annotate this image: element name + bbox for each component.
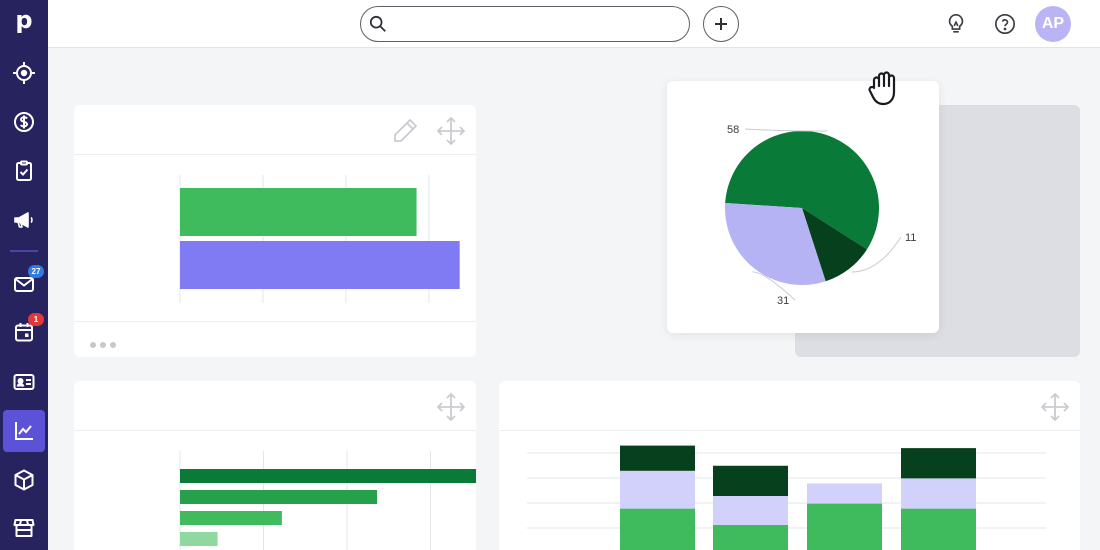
stacked-bar-segment	[713, 496, 788, 525]
megaphone-icon	[14, 212, 33, 228]
sidebar-item-campaigns[interactable]	[3, 199, 45, 241]
more-options-icon[interactable]	[90, 342, 116, 348]
pipedrive-logo[interactable]: p	[10, 6, 38, 34]
sidebar-item-revenue[interactable]	[3, 101, 45, 143]
lightbulb-icon	[948, 14, 964, 33]
dollar-icon	[14, 112, 34, 132]
bar-chart-top	[179, 175, 460, 303]
sidebar-item-marketplace[interactable]	[3, 507, 45, 549]
search-box[interactable]	[360, 6, 690, 42]
stacked-column-chart	[527, 445, 1046, 550]
sidebar-item-tasks[interactable]	[3, 150, 45, 192]
stacked-bar-segment	[901, 508, 976, 550]
pie-label: 11	[905, 232, 916, 244]
pie-leader-line	[744, 128, 828, 132]
bar	[180, 490, 378, 504]
tips-button[interactable]	[944, 12, 968, 36]
search-icon	[369, 15, 386, 32]
sidebar-item-contacts[interactable]	[3, 361, 45, 403]
edit-button[interactable]	[388, 114, 422, 148]
chart-icon	[15, 422, 33, 440]
add-button[interactable]	[703, 6, 739, 42]
target-icon	[13, 62, 35, 84]
widget-header	[74, 105, 476, 155]
contact-card-icon	[13, 374, 35, 390]
help-icon	[995, 14, 1015, 34]
stacked-bar-segment	[620, 470, 695, 509]
stacked-bar-segment	[713, 524, 788, 550]
user-avatar[interactable]: AP	[1035, 6, 1071, 42]
bar	[180, 188, 417, 236]
sidebar-item-mail[interactable]: 27	[3, 263, 45, 305]
pie-label: 58	[727, 124, 739, 136]
stacked-bar-segment	[620, 508, 695, 550]
app-window: p 27 1 AP 58 11 31	[0, 0, 1100, 550]
sidebar-item-products[interactable]	[3, 459, 45, 501]
drag-handle[interactable]	[434, 390, 468, 424]
widget-stacked-chart[interactable]	[499, 381, 1080, 550]
widget-header	[499, 381, 1080, 431]
stacked-bar-segment	[713, 465, 788, 496]
bar-chart-bottom	[179, 451, 476, 550]
move-icon	[437, 117, 465, 145]
stacked-bar-segment	[620, 445, 695, 471]
sidebar: p 27 1	[0, 0, 48, 550]
drag-handle[interactable]	[434, 114, 468, 148]
sidebar-divider	[10, 250, 38, 252]
drag-handle[interactable]	[1038, 390, 1072, 424]
store-icon	[13, 519, 35, 537]
mail-count-badge: 27	[28, 265, 44, 278]
sidebar-item-calendar[interactable]: 1	[3, 311, 45, 353]
plus-icon	[715, 18, 727, 30]
widget-header	[74, 381, 476, 431]
bar	[180, 532, 218, 546]
widget-bar-chart-top[interactable]	[74, 105, 476, 357]
move-icon	[1041, 393, 1069, 421]
grab-cursor-icon	[868, 71, 896, 106]
pie-chart: 58 11 31	[725, 124, 916, 307]
widget-footer	[74, 321, 476, 357]
search-input[interactable]	[393, 13, 683, 35]
pencil-icon	[394, 119, 417, 142]
widget-bar-chart-bottom[interactable]	[74, 381, 476, 550]
stacked-bar-segment	[807, 483, 882, 504]
widget-pie-chart[interactable]: 58 11 31	[667, 81, 939, 333]
help-button[interactable]	[993, 12, 1017, 36]
calendar-count-badge: 1	[28, 313, 44, 326]
sidebar-item-deals[interactable]	[3, 52, 45, 94]
top-bar: AP	[48, 0, 1100, 48]
bar	[180, 469, 476, 483]
stacked-bar-segment	[901, 448, 976, 479]
bar	[180, 511, 282, 525]
pie-label: 31	[777, 295, 789, 307]
stacked-bar-segment	[901, 478, 976, 509]
stacked-bar-segment	[807, 503, 882, 550]
bar	[180, 241, 460, 289]
sidebar-item-insights[interactable]	[3, 410, 45, 452]
clipboard-check-icon	[16, 160, 32, 181]
move-icon	[437, 393, 465, 421]
box-icon	[14, 469, 34, 491]
